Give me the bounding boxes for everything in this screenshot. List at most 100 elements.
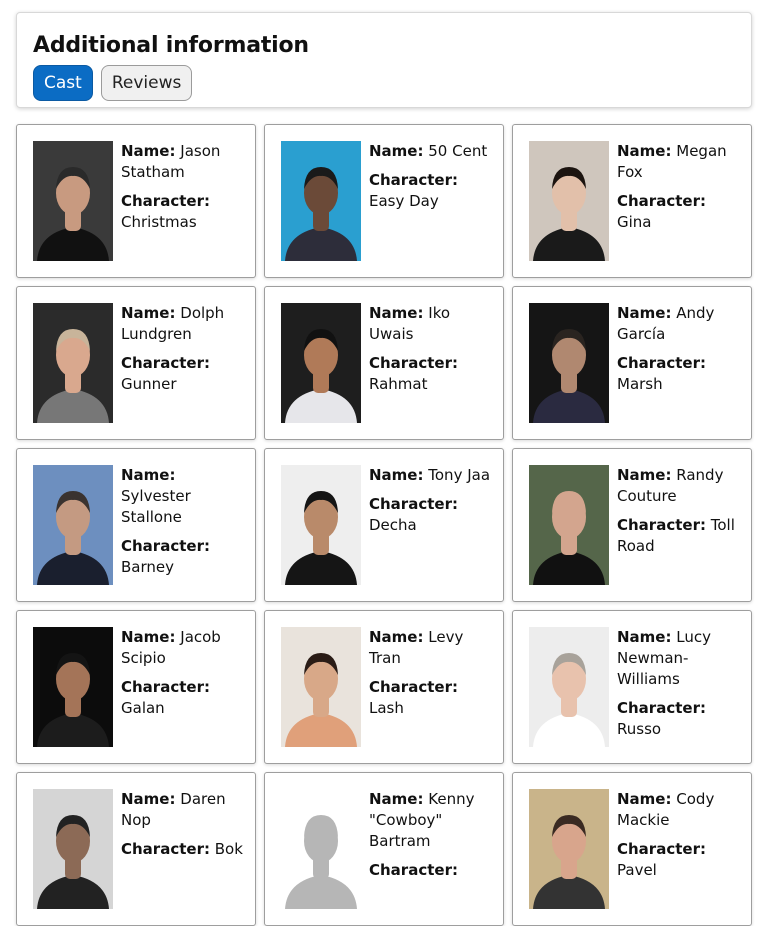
cast-card: Name: Jason Statham Character: Christmas <box>16 124 256 278</box>
character-label: Character: <box>617 840 706 858</box>
cast-card: Name: Sylvester Stallone Character: Barne… <box>16 448 256 602</box>
cast-photo <box>281 303 361 423</box>
name-row: Name: Andy García <box>617 303 743 345</box>
cast-card: Name: Jacob Scipio Character: Galan <box>16 610 256 764</box>
character-row: Character: Rahmat <box>369 353 495 395</box>
cast-details: Name: Sylvester Stallone Character: Barne… <box>121 465 247 601</box>
name-label: Name: <box>369 466 424 484</box>
cast-card: Name: Andy García Character: Marsh <box>512 286 752 440</box>
name-label: Name: <box>121 628 176 646</box>
character-name: Pavel <box>617 861 657 879</box>
cast-details: Name: Megan Fox Character: Gina <box>617 141 743 277</box>
name-row: Name: Randy Couture <box>617 465 743 507</box>
name-label: Name: <box>369 790 424 808</box>
cast-details: Name: Lucy Newman-Williams Character: Rus… <box>617 627 743 763</box>
name-label: Name: <box>121 790 176 808</box>
cast-details: Name: Jacob Scipio Character: Galan <box>121 627 247 763</box>
character-label: Character: <box>121 537 210 555</box>
character-row: Character: Gunner <box>121 353 247 395</box>
character-label: Character: <box>121 678 210 696</box>
character-label: Character: <box>369 495 458 513</box>
character-label: Character: <box>369 678 458 696</box>
cast-card: Name: Levy Tran Character: Lash <box>264 610 504 764</box>
character-name: Gunner <box>121 375 177 393</box>
cast-details: Name: Levy Tran Character: Lash <box>369 627 495 763</box>
cast-details: Name: Tony Jaa Character: Decha <box>369 465 495 601</box>
cast-details: Name: Randy Couture Character: Toll Road <box>617 465 743 601</box>
cast-photo <box>529 141 609 261</box>
cast-photo <box>281 141 361 261</box>
character-row: Character: Galan <box>121 677 247 719</box>
cast-photo <box>529 465 609 585</box>
name-label: Name: <box>617 628 672 646</box>
cast-photo <box>33 627 113 747</box>
name-label: Name: <box>617 142 672 160</box>
character-label: Character: <box>121 192 210 210</box>
cast-details: Name: Andy García Character: Marsh <box>617 303 743 439</box>
cast-photo <box>281 465 361 585</box>
character-label: Character: <box>121 840 210 858</box>
character-row: Character: Bok <box>121 839 247 860</box>
character-label: Character: <box>617 354 706 372</box>
character-name: Christmas <box>121 213 197 231</box>
character-row: Character: <box>369 860 495 881</box>
name-row: Name: Jason Statham <box>121 141 247 183</box>
cast-card: Name: 50 Cent Character: Easy Day <box>264 124 504 278</box>
section-title: Additional information <box>33 33 309 58</box>
cast-card: Name: Tony Jaa Character: Decha <box>264 448 504 602</box>
actor-name: Tony Jaa <box>428 466 491 484</box>
character-name: Decha <box>369 516 417 534</box>
character-label: Character: <box>121 354 210 372</box>
cast-photo <box>529 303 609 423</box>
character-name: Lash <box>369 699 404 717</box>
name-row: Name: Daren Nop <box>121 789 247 831</box>
cast-details: Name: Cody Mackie Character: Pavel <box>617 789 743 925</box>
cast-photo <box>281 627 361 747</box>
character-name: Russo <box>617 720 662 738</box>
cast-details: Name: 50 Cent Character: Easy Day <box>369 141 495 277</box>
character-name: Galan <box>121 699 165 717</box>
character-row: Character: Marsh <box>617 353 743 395</box>
character-row: Character: Barney <box>121 536 247 578</box>
cast-details: Name: Daren Nop Character: Bok <box>121 789 247 925</box>
character-label: Character: <box>369 354 458 372</box>
actor-name: 50 Cent <box>428 142 488 160</box>
name-label: Name: <box>121 304 176 322</box>
character-row: Character: Toll Road <box>617 515 743 557</box>
character-label: Character: <box>617 516 706 534</box>
cast-details: Name: Dolph Lundgren Character: Gunner <box>121 303 247 439</box>
name-row: Name: Jacob Scipio <box>121 627 247 669</box>
name-row: Name: Kenny "Cowboy" Bartram <box>369 789 495 852</box>
character-name: Marsh <box>617 375 663 393</box>
tab-reviews[interactable]: Reviews <box>100 65 193 101</box>
cast-photo <box>33 141 113 261</box>
cast-photo <box>529 789 609 909</box>
character-label: Character: <box>369 171 458 189</box>
character-label: Character: <box>617 192 706 210</box>
cast-card: Name: Cody Mackie Character: Pavel <box>512 772 752 926</box>
cast-card: Name: Dolph Lundgren Character: Gunner <box>16 286 256 440</box>
name-label: Name: <box>121 466 176 484</box>
cast-card: Name: Randy Couture Character: Toll Road <box>512 448 752 602</box>
name-row: Name: Levy Tran <box>369 627 495 669</box>
actor-name: Sylvester Stallone <box>121 487 191 526</box>
cast-photo <box>529 627 609 747</box>
character-row: Character: Russo <box>617 698 743 740</box>
cast-photo <box>33 303 113 423</box>
name-row: Name: Lucy Newman-Williams <box>617 627 743 690</box>
character-row: Character: Pavel <box>617 839 743 881</box>
name-label: Name: <box>121 142 176 160</box>
name-row: Name: Iko Uwais <box>369 303 495 345</box>
character-row: Character: Easy Day <box>369 170 495 212</box>
character-name: Rahmat <box>369 375 428 393</box>
cast-photo <box>33 789 113 909</box>
name-row: Name: Tony Jaa <box>369 465 495 486</box>
placeholder-avatar <box>281 789 361 909</box>
cast-details: Name: Jason Statham Character: Christmas <box>121 141 247 277</box>
cast-card: Name: Megan Fox Character: Gina <box>512 124 752 278</box>
cast-card: Name: Iko Uwais Character: Rahmat <box>264 286 504 440</box>
name-label: Name: <box>617 304 672 322</box>
name-label: Name: <box>617 790 672 808</box>
tab-cast[interactable]: Cast <box>33 65 93 101</box>
character-label: Character: <box>369 861 458 879</box>
